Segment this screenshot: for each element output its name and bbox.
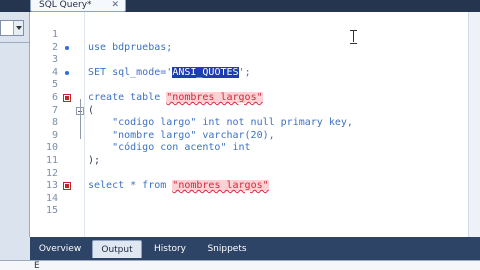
schema-dropdown[interactable]	[0, 20, 24, 36]
code-line[interactable]: 12	[30, 168, 468, 181]
code-token: ';	[238, 66, 251, 78]
text-cursor-icon	[350, 30, 357, 44]
code-token: "código con acento" int	[88, 142, 251, 154]
left-panel-bottom	[0, 237, 30, 260]
code-text: select * from "nombres largos"	[88, 180, 269, 193]
code-text: "nombre largo" varchar(20),	[88, 130, 275, 143]
code-line[interactable]: 15	[30, 205, 468, 218]
code-text: (	[88, 105, 94, 118]
line-number: 11	[45, 155, 58, 166]
line-number: 15	[45, 205, 58, 217]
error-marker-icon[interactable]	[63, 182, 71, 191]
code-line[interactable]: 2 use bdpruebas;	[30, 42, 468, 55]
code-text: use bdpruebas;	[88, 42, 172, 55]
line-number: 8	[51, 117, 58, 129]
code-line[interactable]: 7(	[30, 105, 468, 118]
line-number: 1	[51, 29, 58, 40]
divider	[0, 42, 30, 43]
tab-output[interactable]: Output	[92, 240, 142, 258]
code-text: create table "nombres largos"	[88, 92, 263, 105]
output-panel	[0, 260, 480, 270]
code-text: "código con acento" int	[88, 142, 251, 155]
vertical-scrollbar[interactable]	[468, 12, 480, 237]
code-token: select * from	[88, 180, 173, 192]
code-line[interactable]: 13 select * from "nombres largos"	[30, 180, 468, 193]
selected-text: ANSI_QUOTES	[172, 66, 239, 78]
sql-editor[interactable]: 1 2 use bdpruebas; 3 4 SET sql_mode='ANSI_QUO…	[30, 12, 480, 237]
code-token: "codigo largo" int not null primary key,	[88, 117, 353, 129]
line-number: 14	[45, 192, 58, 204]
code-line[interactable]: 8 "codigo largo" int not null primary ke…	[30, 117, 468, 130]
tab-history[interactable]: History	[148, 240, 192, 258]
left-panel	[0, 12, 30, 237]
error-marker-icon[interactable]	[63, 94, 71, 102]
line-number: 7	[51, 104, 58, 116]
tab-overview[interactable]: Overview	[36, 240, 84, 258]
code-line[interactable]: 10 "código con acento" int	[30, 142, 468, 155]
line-number: 6	[51, 92, 58, 103]
code-line[interactable]: 5	[30, 79, 468, 92]
code-line[interactable]: 3	[30, 54, 468, 67]
code-token: "nombre largo" varchar(20),	[88, 129, 275, 141]
output-glyph: E	[34, 261, 40, 270]
line-number: 3	[51, 54, 58, 66]
code-line[interactable]: 9 "nombre largo" varchar(20),	[30, 130, 468, 143]
statement-dot-icon	[65, 70, 69, 75]
code-line[interactable]: 14	[30, 193, 468, 206]
code-text: SET sql_mode='ANSI_QUOTES';	[88, 66, 251, 80]
line-number: 2	[51, 41, 58, 53]
code-token: (	[88, 104, 95, 116]
error-highlight: "nombres largos"	[172, 180, 269, 192]
line-number: 12	[45, 167, 58, 179]
line-number: 5	[51, 79, 58, 91]
code-token: SET sql_mode=	[88, 66, 167, 78]
statement-dot-icon	[65, 45, 69, 50]
code-line[interactable]: 6 create table "nombres largos"	[30, 92, 468, 105]
bottom-tab-bar: Overview Output History Snippets	[30, 237, 480, 260]
code-text: "codigo largo" int not null primary key,	[88, 117, 353, 130]
line-number: 13	[45, 180, 58, 192]
fold-guide	[80, 99, 81, 139]
chevron-down-icon[interactable]	[13, 21, 23, 35]
line-number: 9	[51, 129, 58, 141]
code-line[interactable]: 1	[30, 29, 468, 42]
error-highlight: "nombres largos"	[166, 92, 263, 103]
code-line[interactable]: 11);	[30, 155, 468, 168]
code-token: use bdpruebas;	[88, 41, 173, 53]
tab-snippets[interactable]: Snippets	[200, 240, 254, 258]
code-line[interactable]: 4 SET sql_mode='ANSI_QUOTES';	[30, 66, 468, 80]
tab-title: SQL Query*	[39, 0, 92, 10]
line-number: 10	[45, 142, 58, 154]
tab-sql-query[interactable]: SQL Query* ✕	[30, 0, 126, 12]
code-token: create table	[88, 92, 167, 103]
code-text: );	[88, 155, 100, 168]
close-icon[interactable]: ✕	[111, 0, 119, 10]
code-token: );	[88, 155, 101, 166]
line-number: 4	[51, 66, 58, 78]
